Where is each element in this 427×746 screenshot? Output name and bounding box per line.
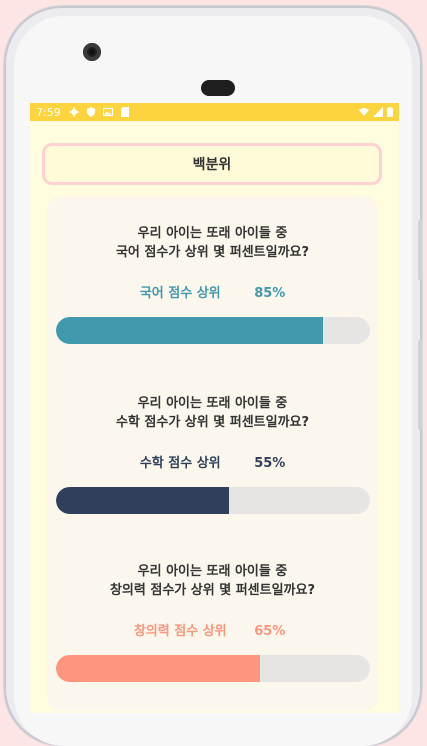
- question-line-2: 수학 점수가 상위 몇 퍼센트일까요?: [115, 415, 310, 430]
- question-line-2: 창의력 점수가 상위 몇 퍼센트일까요?: [109, 583, 316, 598]
- wifi-icon: [359, 108, 369, 116]
- signal-icon: [373, 107, 383, 117]
- question-text: 우리 아이는 또래 아이들 중 창의력 점수가 상위 몇 퍼센트일까요?: [47, 562, 378, 600]
- math-section: 우리 아이는 또래 아이들 중 수학 점수가 상위 몇 퍼센트일까요? 수학 점…: [47, 394, 378, 514]
- question-text: 우리 아이는 또래 아이들 중 수학 점수가 상위 몇 퍼센트일까요?: [47, 394, 378, 432]
- question-line-1: 우리 아이는 또래 아이들 중: [137, 396, 288, 411]
- front-camera: [83, 43, 101, 61]
- score-row: 창의력 점수 상위 65%: [47, 620, 378, 639]
- screen: 7:59 백분위 우리 아이는 또래 아이들 중 국어 점수가 상위 몇 퍼센트…: [30, 103, 399, 713]
- page-title: 백분위: [42, 143, 382, 185]
- status-bar: 7:59: [30, 103, 399, 121]
- creativity-section: 우리 아이는 또래 아이들 중 창의력 점수가 상위 몇 퍼센트일까요? 창의력…: [47, 562, 378, 682]
- settings-icon: [68, 107, 79, 117]
- image-icon: [102, 107, 113, 117]
- korean-section: 우리 아이는 또래 아이들 중 국어 점수가 상위 몇 퍼센트일까요? 국어 점…: [47, 224, 378, 344]
- score-label: 수학 점수 상위: [139, 456, 221, 471]
- score-row: 국어 점수 상위 85%: [47, 282, 378, 301]
- progress-bar: [56, 317, 370, 344]
- page-title-text: 백분위: [192, 157, 232, 173]
- earpiece-speaker: [201, 80, 235, 96]
- battery-icon: [387, 107, 393, 117]
- score-label: 창의력 점수 상위: [133, 624, 227, 639]
- score-value: 55%: [254, 456, 286, 471]
- percentile-card: 우리 아이는 또래 아이들 중 국어 점수가 상위 몇 퍼센트일까요? 국어 점…: [47, 196, 378, 711]
- score-value: 65%: [254, 624, 286, 639]
- score-value: 85%: [254, 286, 286, 301]
- score-row: 수학 점수 상위 55%: [47, 452, 378, 471]
- question-line-1: 우리 아이는 또래 아이들 중: [137, 226, 288, 241]
- question-line-2: 국어 점수가 상위 몇 퍼센트일까요?: [115, 245, 310, 260]
- question-text: 우리 아이는 또래 아이들 중 국어 점수가 상위 몇 퍼센트일까요?: [47, 224, 378, 262]
- shield-icon: [86, 107, 95, 117]
- sd-card-icon: [120, 107, 129, 117]
- volume-button: [418, 220, 422, 280]
- question-line-1: 우리 아이는 또래 아이들 중: [137, 564, 288, 579]
- progress-fill: [56, 317, 323, 344]
- score-label: 국어 점수 상위: [139, 286, 221, 301]
- progress-fill: [56, 655, 261, 682]
- power-button: [418, 340, 422, 430]
- status-time: 7:59: [36, 105, 61, 119]
- progress-bar: [56, 655, 370, 682]
- progress-bar: [56, 487, 370, 514]
- progress-fill: [56, 487, 229, 514]
